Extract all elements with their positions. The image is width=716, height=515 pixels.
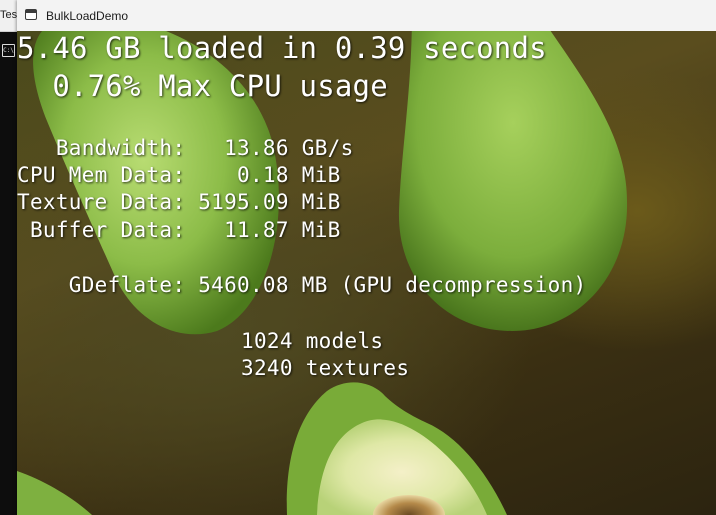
desktop: Tes C:\ BulkLoadDemo 5.46 GB loaded in 0… <box>0 0 716 515</box>
stat-row: CPU Mem Data: 0.18 MiB <box>17 162 341 188</box>
stat-value: 0.18 MiB <box>185 163 341 187</box>
load-summary-text: 5.46 GB loaded in 0.39 seconds <box>17 31 547 65</box>
benchmark-overlay: 5.46 GB loaded in 0.39 seconds 0.76% Max… <box>17 31 586 380</box>
stat-value: 5195.09 MiB <box>185 190 341 214</box>
models-count: 1024 models <box>241 329 384 353</box>
stat-label: CPU Mem Data: <box>17 163 186 187</box>
background-window[interactable]: Tes C:\ <box>0 0 17 515</box>
window-title: BulkLoadDemo <box>46 9 129 23</box>
app-window[interactable]: BulkLoadDemo 5.46 GB loaded in 0.39 seco… <box>17 0 716 515</box>
stat-value: 13.86 GB/s <box>185 136 354 160</box>
stat-label: Buffer Data: <box>17 218 186 242</box>
gdeflate-row: GDeflate: 5460.08 MB (GPU decompression) <box>17 272 587 298</box>
stat-label: Bandwidth: <box>17 136 186 160</box>
stat-label: Texture Data: <box>17 190 186 214</box>
stat-row: Bandwidth: 13.86 GB/s <box>17 135 354 161</box>
background-window-title: Tes <box>0 9 17 21</box>
textures-count: 3240 textures <box>241 356 410 380</box>
app-window-icon <box>25 9 37 20</box>
cpu-usage-text: 0.76% Max CPU usage <box>17 69 388 103</box>
console-icon: C:\ <box>2 44 15 57</box>
gdeflate-value: 5460.08 MB (GPU decompression) <box>185 273 587 297</box>
render-viewport[interactable]: 5.46 GB loaded in 0.39 seconds 0.76% Max… <box>17 31 716 515</box>
gdeflate-label: GDeflate: <box>17 273 186 297</box>
stat-value: 11.87 MiB <box>185 218 341 242</box>
stat-row: Texture Data: 5195.09 MiB <box>17 189 341 215</box>
stat-row: Buffer Data: 11.87 MiB <box>17 217 341 243</box>
window-titlebar[interactable]: BulkLoadDemo <box>17 0 716 32</box>
background-window-titlebar[interactable]: Tes <box>0 0 17 32</box>
